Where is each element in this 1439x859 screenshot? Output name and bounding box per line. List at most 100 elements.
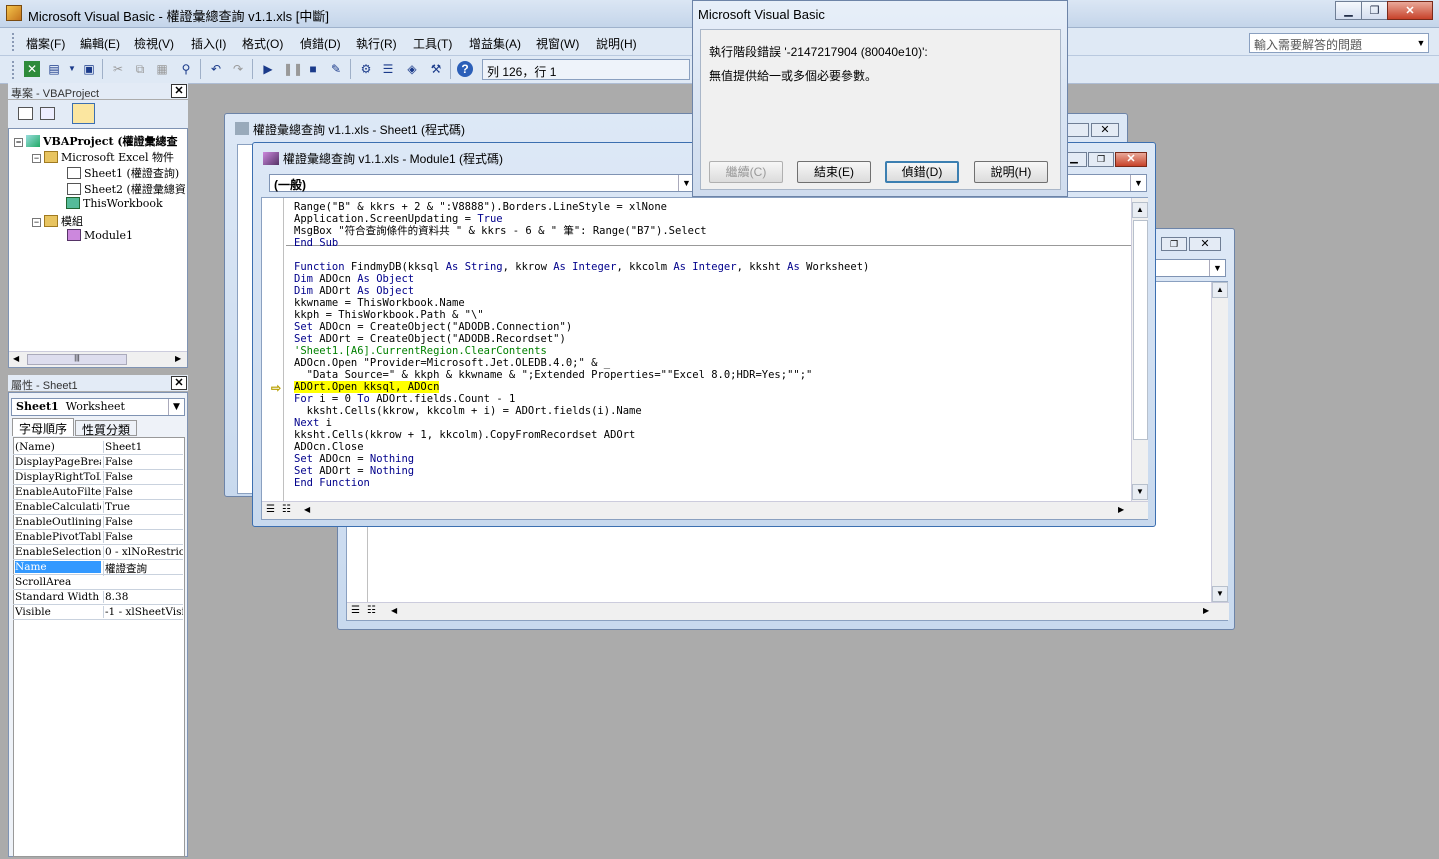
property-row[interactable]: ScrollArea [13,575,183,590]
property-row[interactable]: EnableOutlining False [13,515,183,530]
properties-window-icon[interactable]: ☰ [380,61,396,77]
scroll-down-icon[interactable]: ▼ [1132,484,1148,500]
property-row[interactable]: DisplayPageBreakFalse [13,455,183,470]
insert-module-icon[interactable]: ▤ [46,61,62,77]
code-line[interactable]: Next i [294,417,332,429]
property-row[interactable]: (Name) Sheet1 [13,440,183,455]
tree-thisworkbook[interactable]: ThisWorkbook [66,197,163,210]
menu-addins[interactable]: 增益集(A) [469,35,521,52]
object-browser-icon[interactable]: ◈ [404,61,420,77]
scroll-up-icon[interactable]: ▲ [1132,202,1148,218]
scroll-track[interactable] [1133,220,1148,440]
property-value[interactable]: False [103,516,183,528]
cut-icon[interactable]: ✂ [110,61,126,77]
break-icon[interactable]: ❚❚ [283,61,303,77]
code-line[interactable]: Set ADOcn = Nothing [294,453,414,465]
code-line[interactable]: Range("B" & kkrs + 2 & ":V8888").Borders… [294,201,667,213]
property-row[interactable]: Visible -1 - xlSheetVisib [13,605,183,620]
collapse-icon[interactable]: − [14,138,23,147]
margin-indicator-bar[interactable] [262,198,284,501]
project-panel-close-icon[interactable]: ✕ [171,84,187,98]
object-select[interactable]: (一般) ▼ [269,174,695,192]
tree-modules[interactable]: − 模組 [32,213,83,229]
menu-run[interactable]: 執行(R) [356,35,397,52]
collapse-icon[interactable]: − [32,154,41,163]
view-code-icon[interactable] [18,107,33,120]
scroll-right-icon[interactable]: ▶ [1203,606,1209,615]
property-row[interactable]: EnableSelection0 - xlNoRestricti [13,545,183,560]
run-icon[interactable]: ▶ [260,61,276,77]
code-line[interactable]: ADOrt.Open kksql, ADOcn [294,381,440,393]
scroll-down-icon[interactable]: ▼ [1212,586,1228,602]
code-line[interactable]: Set ADOrt = CreateObject("ADODB.Recordse… [294,333,566,345]
scroll-right-icon[interactable]: ▶ [1118,505,1124,514]
property-row[interactable]: Name 權證查詢 [13,560,183,576]
code-line[interactable]: kkwname = ThisWorkbook.Name [294,297,465,309]
code-line[interactable]: End Sub [294,237,338,249]
property-row[interactable]: EnablePivotTable False [13,530,183,545]
scroll-left-icon[interactable]: ◀ [304,505,310,514]
toolbox-icon[interactable]: ⚒ [428,61,444,77]
close-icon[interactable]: ✕ [1189,237,1221,251]
close-icon[interactable]: ✕ [1115,152,1147,167]
undo-icon[interactable]: ↶ [208,61,224,77]
scroll-thumb[interactable]: ||| [27,354,127,365]
code-line[interactable]: Application.ScreenUpdating = True [294,213,503,225]
properties-panel-close-icon[interactable]: ✕ [171,376,187,390]
help-button[interactable]: 說明(H) [974,161,1048,183]
reset-icon[interactable]: ■ [305,61,321,77]
property-row[interactable]: Standard Width 8.38 [13,590,183,605]
property-row[interactable]: DisplayRightToLe False [13,470,183,485]
paste-icon[interactable]: ▦ [154,61,170,77]
project-explorer-icon[interactable]: ⚙ [358,61,374,77]
code-line[interactable]: End Function [294,477,370,489]
code-line[interactable]: kksht.Cells(kkrow + 1, kkcolm).CopyFromR… [294,429,635,441]
help-dropdown-icon[interactable]: ▼ [1414,34,1428,52]
property-value[interactable]: -1 - xlSheetVisib [103,606,183,618]
menu-file[interactable]: 檔案(F) [26,35,65,52]
code-line[interactable]: ADOcn.Open "Provider=Microsoft.Jet.OLEDB… [294,357,610,369]
property-value[interactable]: False [103,486,183,498]
code-line[interactable]: MsgBox "符合查詢條件的資料共 " & kkrs - 6 & " 筆": … [294,225,707,237]
scroll-up-icon[interactable]: ▲ [1212,282,1228,298]
code-line[interactable]: kkph = ThisWorkbook.Path & "\" [294,309,484,321]
chevron-down-icon[interactable]: ▼ [1209,260,1225,276]
menu-format[interactable]: 格式(O) [242,35,283,52]
module1-hscroll[interactable]: ☰ ☷ ◀ ▶ [262,501,1148,519]
module1-code-window[interactable]: 權證彙總查詢 v1.1.xls - Module1 (程式碼) ▁ ❐ ✕ (一… [252,142,1156,527]
redo-icon[interactable]: ↷ [230,61,246,77]
menu-tools[interactable]: 工具(T) [413,35,452,52]
help-question-box[interactable]: 輸入需要解答的問題 ▼ [1249,33,1429,53]
code-line[interactable]: "Data Source=" & kkph & kkwname & ";Exte… [294,369,813,381]
tab-alphabetic[interactable]: 字母順序 [12,418,74,436]
collapse-icon[interactable]: − [32,218,41,227]
restore-icon[interactable]: ❐ [1161,237,1187,251]
tree-vbaproject[interactable]: − VBAProject (權證彙總查 [14,133,178,149]
menu-debug[interactable]: 偵錯(D) [300,35,341,52]
close-icon[interactable]: ✕ [1091,123,1119,137]
find-icon[interactable]: ⚲ [178,61,194,77]
scroll-right-icon[interactable]: ▶ [175,354,181,363]
third-window-proc-select[interactable]: ▼ [1148,259,1226,277]
code-line[interactable]: kksht.Cells(kkrow, kkcolm + i) = ADOrt.f… [294,405,642,417]
menu-edit[interactable]: 編輯(E) [80,35,120,52]
insert-dropdown-icon[interactable]: ▼ [64,61,80,77]
toggle-folders-icon[interactable] [72,103,95,124]
help-icon[interactable]: ? [457,61,473,77]
view-object-icon[interactable] [40,107,55,120]
chevron-down-icon[interactable]: ▼ [1130,175,1146,191]
property-value[interactable]: 0 - xlNoRestricti [103,546,183,558]
restore-icon[interactable]: ❐ [1088,152,1114,167]
property-value[interactable]: False [103,531,183,543]
scroll-left-icon[interactable]: ◀ [13,354,19,363]
code-line[interactable]: Dim ADOrt As Object [294,285,414,297]
tree-module1[interactable]: Module1 [67,229,133,242]
scroll-left-icon[interactable]: ◀ [391,606,397,615]
property-value[interactable]: Sheet1 [103,441,183,453]
code-text[interactable]: Range("B" & kkrs + 2 & ":V8888").Borders… [294,201,1129,501]
menu-view[interactable]: 檢視(V) [134,35,174,52]
code-line[interactable]: Set ADOrt = Nothing [294,465,414,477]
copy-icon[interactable]: ⧉ [132,61,148,77]
debug-button[interactable]: 偵錯(D) [885,161,959,183]
property-value[interactable]: 8.38 [103,591,183,603]
